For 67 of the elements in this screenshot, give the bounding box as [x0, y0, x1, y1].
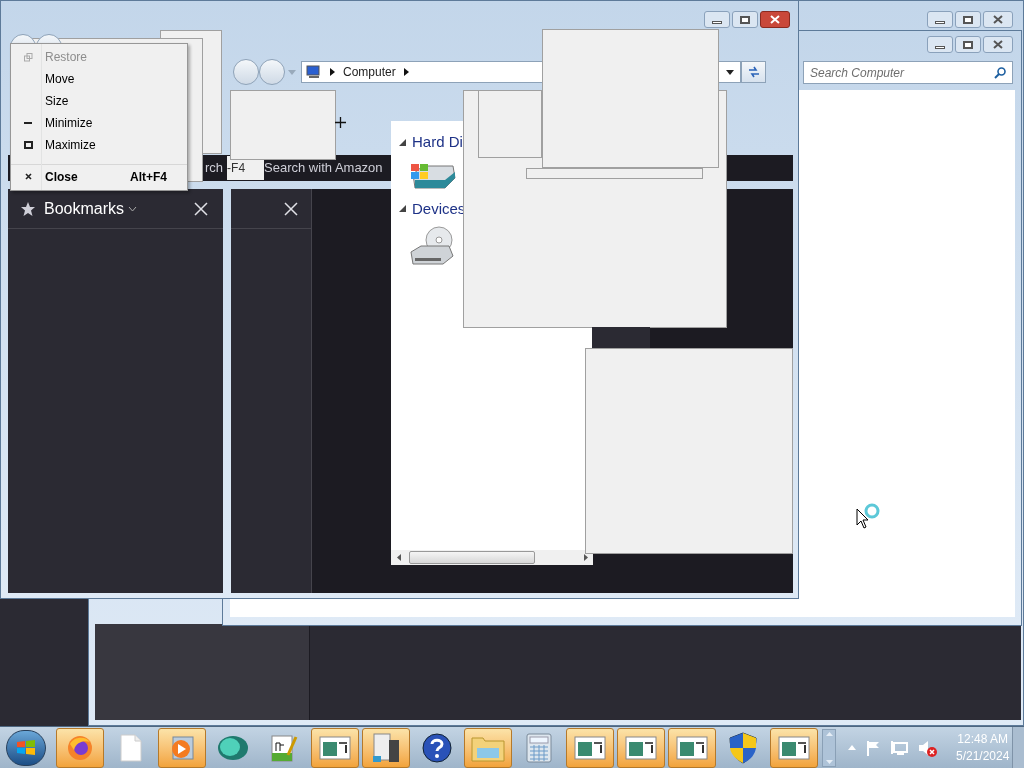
plus-icon[interactable] [335, 117, 346, 128]
search-field[interactable]: Search Computer [803, 61, 1013, 84]
computer-icon [371, 731, 401, 764]
taskbar-button[interactable] [362, 727, 410, 768]
dropdown-arrow-icon[interactable] [726, 69, 734, 75]
sphere-icon [217, 733, 249, 762]
refresh-icon [746, 66, 761, 78]
close-icon [993, 15, 1003, 24]
forward-button[interactable] [259, 59, 285, 85]
dark-block [592, 327, 650, 348]
minimize-icon [24, 121, 32, 125]
close-icon [993, 40, 1003, 49]
menu-item[interactable]: Size [11, 90, 187, 112]
speaker-icon[interactable] [918, 738, 938, 757]
help-icon [422, 732, 452, 763]
horizontal-scrollbar[interactable] [391, 550, 593, 565]
window-icon [676, 735, 708, 760]
close-button[interactable] [983, 36, 1013, 53]
search-icon [994, 66, 1006, 79]
menu-item[interactable]: Move [11, 68, 187, 90]
fox-globe-icon [66, 733, 94, 762]
chevron-down-icon [128, 205, 138, 212]
close-icon [284, 201, 298, 216]
maximize-button[interactable] [955, 36, 981, 53]
windows-logo-icon [16, 738, 36, 757]
dropdown-arrow-icon [288, 69, 296, 75]
close-button[interactable] [760, 11, 790, 28]
expand-arrow-icon[interactable] [399, 205, 406, 213]
document-icon [120, 733, 142, 762]
window-icon [574, 735, 606, 760]
menu-item[interactable]: Maximize [11, 134, 187, 156]
busy-cursor-icon [856, 503, 882, 529]
group-heading: Hard Di [412, 132, 463, 152]
minimize-button[interactable] [927, 11, 953, 28]
breadcrumb-item[interactable]: Computer [343, 63, 396, 81]
breadcrumb-arrow-icon [330, 68, 335, 76]
star-icon [20, 200, 36, 217]
expand-arrow-icon[interactable] [399, 138, 406, 146]
maximize-icon [23, 141, 33, 149]
minimize-button[interactable] [704, 11, 730, 28]
notepad-icon [270, 732, 298, 763]
scroll-right-icon[interactable] [584, 554, 588, 561]
restore-icon [23, 52, 33, 62]
menu-item[interactable]: Close Alt+F4 [11, 164, 187, 188]
close-icon [194, 201, 208, 216]
toolbar-text: rch [205, 159, 224, 178]
shield-icon [729, 731, 757, 764]
start-button[interactable] [6, 729, 46, 766]
close-button[interactable] [983, 11, 1013, 28]
window-icon [319, 735, 351, 760]
close-icon [770, 15, 780, 24]
sidebar-title[interactable]: Bookmarks [44, 196, 138, 221]
window-icon [778, 735, 810, 760]
breadcrumb-arrow-icon [403, 68, 409, 76]
maximize-button[interactable] [732, 11, 758, 28]
minimize-button[interactable] [927, 36, 953, 53]
refresh-button[interactable] [741, 61, 766, 83]
toolbar-text: Search with Amazon [264, 159, 383, 178]
close-icon [24, 173, 32, 180]
window-icon [625, 735, 657, 760]
maximize-button[interactable] [955, 11, 981, 28]
menu-item[interactable]: Minimize [11, 112, 187, 134]
back-button[interactable] [233, 59, 259, 85]
computer-icon [306, 65, 322, 79]
calculator-icon [526, 732, 552, 763]
group-heading: Devices [412, 198, 466, 219]
scroll-left-icon[interactable] [397, 554, 401, 561]
